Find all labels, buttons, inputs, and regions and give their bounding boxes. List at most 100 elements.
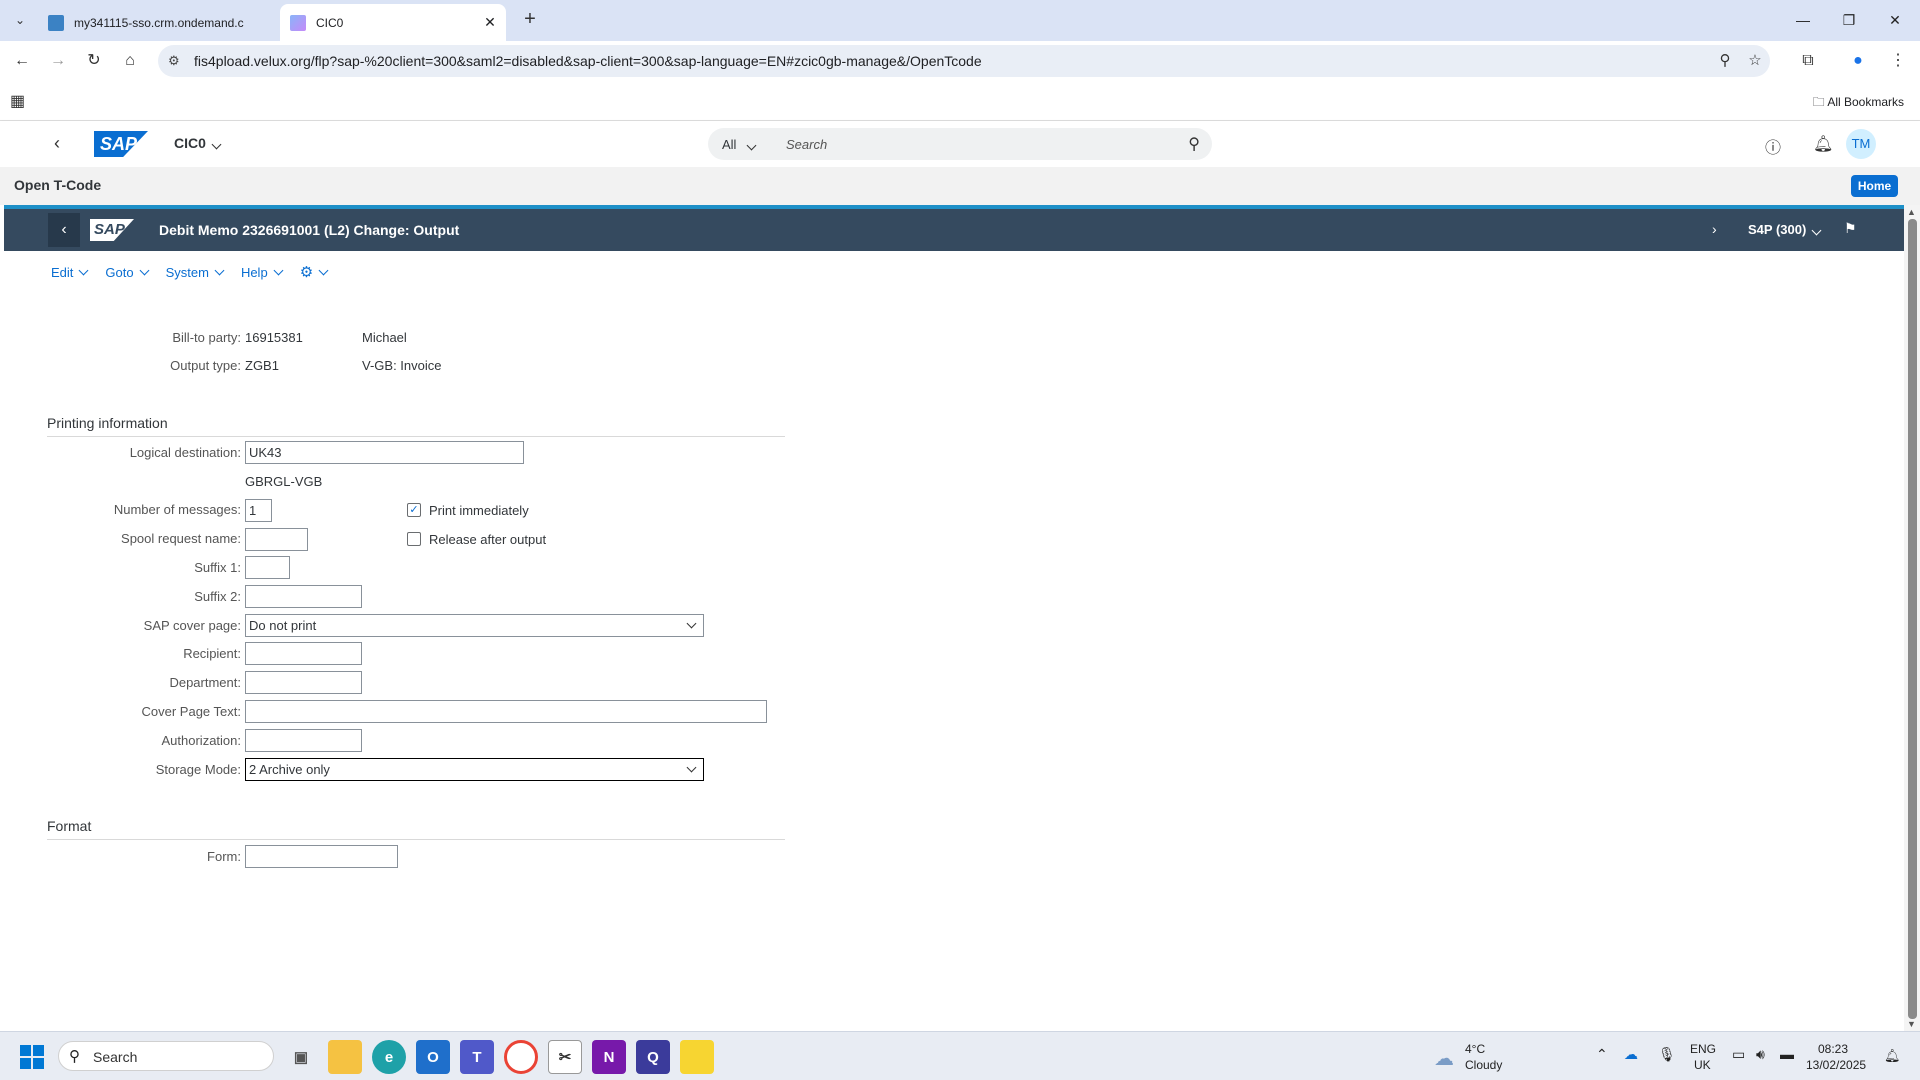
- language-top[interactable]: ENG: [1690, 1042, 1716, 1056]
- close-window-button[interactable]: ✕: [1872, 0, 1918, 41]
- output-type-label: Output type:: [170, 358, 241, 373]
- release-after-output-checkbox[interactable]: [407, 532, 421, 546]
- minimize-button[interactable]: —: [1780, 0, 1826, 41]
- windows-start-icon[interactable]: [20, 1045, 44, 1069]
- app-icon[interactable]: Q: [636, 1040, 670, 1074]
- battery-icon[interactable]: ▬: [1780, 1046, 1794, 1062]
- tab-title: my341115-sso.crm.ondemand.c: [74, 15, 244, 30]
- onenote-icon[interactable]: N: [592, 1040, 626, 1074]
- omnibox[interactable]: ⚙ fis4pload.velux.org/flp?sap-%20client=…: [158, 45, 1770, 77]
- system-label: S4P (300): [1748, 222, 1807, 237]
- taskbar-search[interactable]: ⚲ Search: [58, 1041, 274, 1071]
- menu-goto[interactable]: Goto: [105, 263, 150, 281]
- open-tcode-bar: Open T-Code Home: [0, 167, 1920, 205]
- avatar[interactable]: TM: [1846, 129, 1876, 159]
- menu-edit[interactable]: Edit: [51, 263, 89, 281]
- menu-label: Help: [240, 264, 268, 280]
- chevron-up-icon[interactable]: ⌃: [1596, 1046, 1608, 1063]
- cover-page-select[interactable]: Do not print: [245, 614, 704, 637]
- cover-text-input[interactable]: [245, 700, 767, 723]
- browser-tab-crm[interactable]: my341115-sso.crm.ondemand.c: [38, 4, 276, 41]
- outlook-icon[interactable]: O: [416, 1040, 450, 1074]
- logical-destination-input[interactable]: [245, 441, 524, 464]
- forward-icon[interactable]: →: [46, 49, 70, 73]
- browser-menu-icon[interactable]: ⋮: [1886, 49, 1910, 73]
- teams-icon[interactable]: T: [460, 1040, 494, 1074]
- recipient-input[interactable]: [245, 642, 362, 665]
- home-icon[interactable]: ⌂: [118, 49, 142, 73]
- browser-tab-bar: ⌄ my341115-sso.crm.ondemand.c CIC0 ✕ + —…: [0, 0, 1920, 41]
- gui-title-bar: ‹ SAP Debit Memo 2326691001 (L2) Change:…: [4, 209, 1904, 251]
- scroll-thumb[interactable]: [1908, 219, 1917, 1019]
- clock-time[interactable]: 08:23: [1818, 1042, 1848, 1056]
- release-after-output-label: Release after output: [429, 532, 547, 547]
- authorization-input[interactable]: [245, 729, 362, 752]
- form-input[interactable]: [245, 845, 398, 868]
- chrome-icon[interactable]: [504, 1040, 538, 1074]
- bookmark-star-icon[interactable]: ☆: [1744, 51, 1766, 73]
- zoom-icon[interactable]: ⚲: [1714, 51, 1736, 73]
- weather-desc: Cloudy: [1465, 1058, 1503, 1072]
- spool-request-input[interactable]: [245, 528, 308, 551]
- system-selector[interactable]: S4P (300): [1748, 222, 1822, 237]
- url-text[interactable]: fis4pload.velux.org/flp?sap-%20client=30…: [194, 53, 982, 69]
- menu-system[interactable]: System: [166, 263, 225, 281]
- bill-to-name: Michael: [362, 330, 407, 345]
- menu-help[interactable]: Help: [240, 263, 284, 281]
- notification-bell-icon[interactable]: 🔔︎: [1884, 1048, 1901, 1064]
- sap-logo[interactable]: SAP: [94, 131, 148, 157]
- help-icon[interactable]: ⓘ: [1765, 134, 1781, 158]
- department-input[interactable]: [245, 671, 362, 694]
- snipping-tool-icon[interactable]: ✂: [548, 1040, 582, 1074]
- apps-grid-icon[interactable]: ▦: [10, 91, 25, 111]
- search-input[interactable]: Search: [786, 137, 827, 152]
- flag-icon[interactable]: ⚑: [1844, 220, 1857, 237]
- spool-request-label: Spool request name:: [121, 531, 241, 546]
- format-section-header: Format: [47, 818, 785, 840]
- onedrive-icon[interactable]: ☁: [1624, 1046, 1638, 1063]
- notifications-bell-icon[interactable]: 🔔︎: [1813, 134, 1833, 154]
- search-icon[interactable]: ⚲: [1188, 134, 1200, 154]
- new-tab-button[interactable]: +: [518, 8, 542, 32]
- bill-to-label: Bill-to party:: [172, 330, 241, 345]
- suffix2-input[interactable]: [245, 585, 362, 608]
- chevron-right-icon[interactable]: ›: [1712, 221, 1717, 237]
- all-bookmarks-button[interactable]: 🗀 All Bookmarks: [1813, 93, 1904, 114]
- chevron-down-icon: [211, 139, 222, 150]
- reload-icon[interactable]: ↻: [82, 49, 106, 73]
- storage-mode-select[interactable]: 2 Archive only: [245, 758, 704, 781]
- close-tab-icon[interactable]: ✕: [480, 14, 500, 31]
- site-info-icon[interactable]: ⚙: [168, 53, 180, 69]
- tab-search-button[interactable]: ⌄: [8, 8, 32, 32]
- app-title-menu[interactable]: CIC0: [174, 135, 222, 151]
- back-icon[interactable]: ←: [10, 49, 34, 73]
- language-bottom[interactable]: UK: [1694, 1058, 1711, 1072]
- network-icon[interactable]: ▭: [1732, 1046, 1745, 1063]
- edge-icon[interactable]: e: [372, 1040, 406, 1074]
- task-view-icon[interactable]: ▣: [284, 1040, 318, 1074]
- microphone-icon[interactable]: 🎙︎: [1658, 1046, 1676, 1063]
- gear-icon: ⚙: [299, 264, 314, 281]
- sticky-notes-icon[interactable]: [680, 1040, 714, 1074]
- num-messages-input[interactable]: [245, 499, 272, 522]
- settings-menu[interactable]: ⚙: [299, 263, 329, 281]
- file-explorer-icon[interactable]: [328, 1040, 362, 1074]
- gui-back-button[interactable]: ‹: [48, 213, 80, 247]
- search-scope-select[interactable]: All: [722, 137, 757, 152]
- home-button[interactable]: Home: [1851, 175, 1898, 197]
- extensions-icon[interactable]: ⧉: [1796, 49, 1820, 73]
- shell-search[interactable]: All Search ⚲: [708, 128, 1212, 160]
- restore-button[interactable]: ❐: [1826, 0, 1872, 41]
- browser-tab-cic0[interactable]: CIC0 ✕: [280, 4, 506, 41]
- scroll-down-icon[interactable]: ▼: [1907, 1019, 1916, 1029]
- print-immediately-checkbox[interactable]: ✓: [407, 503, 421, 517]
- menu-label: Edit: [51, 264, 74, 280]
- suffix1-input[interactable]: [245, 556, 290, 579]
- profile-icon[interactable]: ●: [1846, 49, 1870, 73]
- shell-back-icon[interactable]: ‹: [54, 133, 60, 154]
- clock-date[interactable]: 13/02/2025: [1806, 1058, 1866, 1072]
- scroll-up-icon[interactable]: ▲: [1907, 207, 1916, 217]
- vertical-scrollbar[interactable]: ▲ ▼: [1904, 205, 1920, 1031]
- section-title: Printing information: [47, 415, 168, 431]
- volume-icon[interactable]: 🔊︎: [1756, 1046, 1765, 1063]
